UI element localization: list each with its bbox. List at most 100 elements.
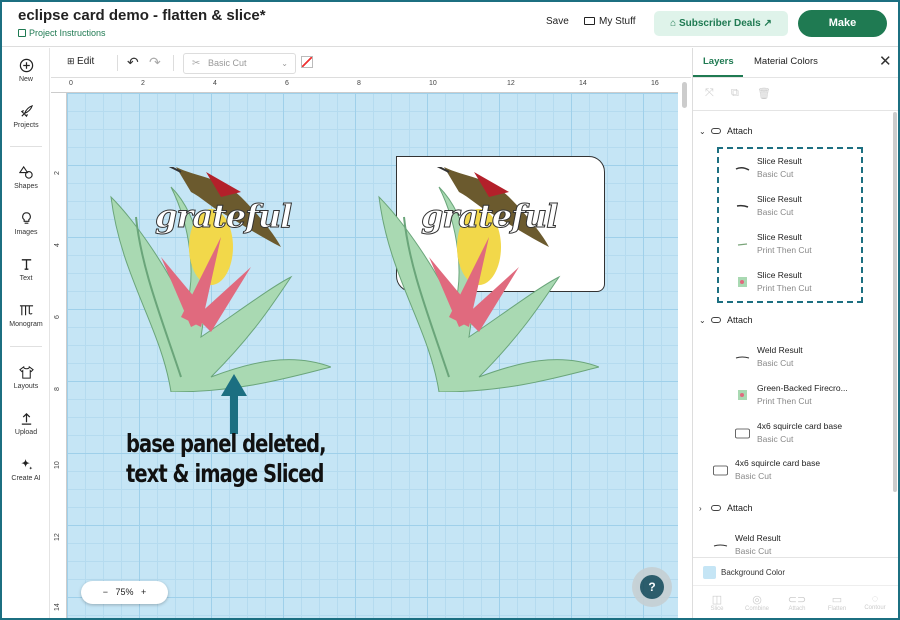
layers-scrollbar[interactable] [893,112,897,492]
layer-thumbnail [738,277,747,287]
annotation-line-2: text & image Sliced [126,459,324,488]
slice-button[interactable]: ◫ Slice [697,593,737,612]
nav-images[interactable]: Images [2,211,50,236]
layer-name: Slice Result [757,270,802,280]
layer-item[interactable]: Weld Result Basic Cut [735,345,875,373]
group-label: Attach [727,503,753,513]
nav-create-ai[interactable]: Create AI [2,457,50,482]
ruler-tick: 12 [54,533,61,541]
my-stuff-label: My Stuff [599,16,636,27]
zoom-in-button[interactable]: + [141,587,146,597]
zoom-control: − 75% + [81,581,168,604]
layer-item[interactable]: 4x6 squircle card base Basic Cut [735,421,885,449]
nav-text[interactable]: Text [2,257,50,282]
attach-icon [711,317,721,323]
ruler-tick: 4 [213,80,217,87]
layer-group-attach[interactable]: ⌄ Attach [699,126,753,136]
layer-item[interactable]: Green-Backed Firecro... Print Then Cut [735,383,885,411]
app-window: eclipse card demo - flatten & slice* Pro… [0,0,900,620]
layer-type: Print Then Cut [757,283,812,293]
redo-icon[interactable]: ↷ [149,54,161,71]
my-stuff-button[interactable]: My Stuff [584,16,636,27]
subscriber-deals-button[interactable]: ⌂ Subscriber Deals ↗ [654,11,788,36]
undo-icon[interactable]: ↶ [127,54,139,71]
toolbar-divider [117,55,118,71]
text-icon [2,257,50,273]
layer-actions: ◫ Slice ◎ Combine ⊂⊃ Attach ▭ Flatten ◌ Conto… [693,585,898,618]
layer-item[interactable]: Slice Result Print Then Cut [735,270,865,298]
ruler-tick: 8 [54,387,61,391]
nav-upload[interactable]: Upload [2,411,50,436]
shirt-icon [2,365,50,381]
left-sidebar: New Projects Shapes Images Text Monogram… [2,48,50,618]
save-button[interactable]: Save [546,16,569,27]
monogram-icon [2,303,50,319]
layer-thumbnail [737,243,748,246]
contour-label: Contour [864,605,886,611]
attach-icon [711,505,721,511]
nav-monogram-label: Monogram [9,321,43,328]
layer-type: Basic Cut [757,169,794,179]
canvas-scrollbar[interactable] [682,82,687,108]
edit-icon: ⊞ [67,56,78,66]
layer-name: Weld Result [735,533,781,543]
project-title: eclipse card demo - flatten & slice* [18,7,266,24]
color-swatch[interactable] [301,56,313,68]
layer-thumbnail [735,166,750,171]
design-canvas[interactable]: 0 2 4 6 8 10 12 14 16 2 4 6 8 10 12 14 g… [51,79,678,618]
tab-layers[interactable]: Layers [703,56,734,67]
operation-select[interactable]: ✂ Basic Cut ⌄ [183,53,296,74]
nav-projects[interactable]: Projects [2,104,50,129]
ruler-tick: 10 [429,80,437,87]
layer-item[interactable]: Slice Result Print Then Cut [735,232,865,260]
layer-type: Basic Cut [757,434,794,444]
ungroup-icon[interactable]: ⤧ [705,87,714,100]
project-instructions-link[interactable]: Project Instructions [18,28,106,38]
contour-button[interactable]: ◌ Contour [855,593,895,611]
ruler-tick: 4 [54,243,61,247]
edit-button[interactable]: ⊞ Edit [67,56,94,67]
shapes-icon [2,165,50,181]
background-color-swatch[interactable] [703,566,716,579]
nav-divider [10,346,42,347]
nav-monogram[interactable]: Monogram [2,303,50,328]
ruler-tick: 16 [651,80,659,87]
background-color-row[interactable]: Background Color [693,557,898,585]
layer-group-attach[interactable]: › Attach [699,503,753,513]
combine-label: Combine [744,606,769,612]
layer-list: ⌄ Attach Slice Result Basic Cut Slice Res… [693,112,893,556]
rocket-icon [2,104,50,120]
help-button[interactable]: ? [632,567,672,607]
nav-layouts[interactable]: Layouts [2,365,50,390]
annotation-arrow [221,374,247,434]
make-button[interactable]: Make [798,10,887,37]
nav-divider [10,146,42,147]
layer-thumbnail [736,204,749,208]
zoom-out-button[interactable]: − [103,587,108,597]
ruler-tick: 2 [141,80,145,87]
layer-item[interactable]: Slice Result Basic Cut [735,156,865,184]
combine-button[interactable]: ◎ Combine [737,593,777,612]
edit-label: Edit [77,56,95,67]
layer-item[interactable]: Slice Result Basic Cut [735,194,865,222]
nav-images-label: Images [14,229,38,236]
layer-item[interactable]: 4x6 squircle card base Basic Cut [713,458,883,486]
flatten-button[interactable]: ▭ Flatten [817,593,857,612]
background-color-label: Background Color [721,568,786,577]
duplicate-icon[interactable]: ⧉ [731,87,739,100]
close-icon[interactable]: ✕ [879,52,892,70]
ruler-tick: 0 [69,80,73,87]
top-header: eclipse card demo - flatten & slice* Pro… [2,2,898,47]
layer-type: Print Then Cut [757,396,812,406]
nav-new[interactable]: New [2,58,50,83]
tab-material-colors[interactable]: Material Colors [754,56,818,67]
flatten-icon: ▭ [831,594,843,606]
layer-item[interactable]: Weld Result Basic Cut [713,533,883,556]
layer-group-attach[interactable]: ⌄ Attach [699,315,753,325]
nav-shapes[interactable]: Shapes [2,165,50,190]
lightbulb-icon [2,211,50,227]
attach-button[interactable]: ⊂⊃ Attach [777,593,817,612]
nav-create-ai-label: Create AI [11,475,41,482]
scissors-icon: ✂ [192,58,201,69]
delete-icon[interactable]: 🗑 [757,87,771,100]
